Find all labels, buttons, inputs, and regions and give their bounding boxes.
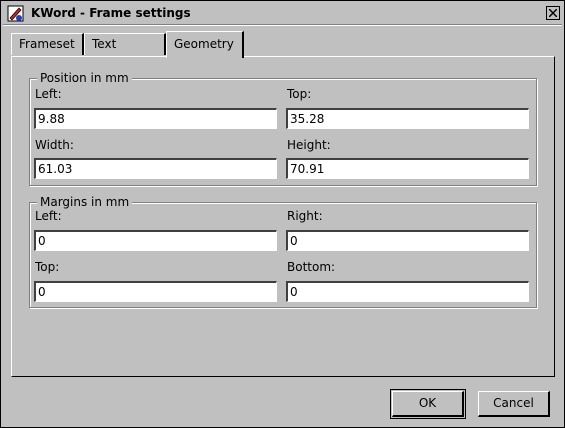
position-left-field[interactable] [34, 108, 277, 129]
margins-left-field[interactable] [34, 230, 277, 251]
position-top-label: Top: [287, 87, 312, 101]
tab-label: Geometry [174, 37, 234, 51]
cancel-button-label: Cancel [493, 396, 534, 410]
dialog-window: KWord - Frame settings Frameset Text Fra… [0, 0, 565, 428]
position-width-field[interactable] [34, 158, 277, 179]
close-icon[interactable] [546, 6, 560, 20]
tab-text-frame[interactable]: Text Frame [84, 33, 166, 71]
title-bar[interactable]: KWord - Frame settings [3, 3, 562, 23]
margins-right-label: Right: [287, 209, 323, 223]
margins-bottom-label: Bottom: [287, 260, 336, 274]
position-height-field[interactable] [286, 158, 529, 179]
title-separator [3, 24, 562, 26]
tab-label: Frameset [19, 37, 75, 51]
cancel-button[interactable]: Cancel [478, 391, 550, 417]
tab-frameset[interactable]: Frameset [11, 33, 84, 55]
margins-group-title: Margins in mm [37, 195, 133, 209]
position-height-label: Height: [287, 138, 331, 152]
margins-top-field[interactable] [34, 281, 277, 302]
position-group-title: Position in mm [37, 71, 132, 85]
margins-bottom-field[interactable] [286, 281, 529, 302]
margins-left-label: Left: [35, 209, 62, 223]
margins-right-field[interactable] [286, 230, 529, 251]
window-title: KWord - Frame settings [31, 6, 191, 20]
position-width-label: Width: [35, 138, 74, 152]
ok-button-label: OK [418, 396, 437, 410]
margins-top-label: Top: [35, 260, 60, 274]
kword-app-icon [7, 5, 24, 22]
ok-button[interactable]: OK [390, 389, 466, 419]
position-left-label: Left: [35, 87, 62, 101]
tab-geometry[interactable]: Geometry [166, 31, 244, 58]
position-top-field[interactable] [286, 108, 529, 129]
